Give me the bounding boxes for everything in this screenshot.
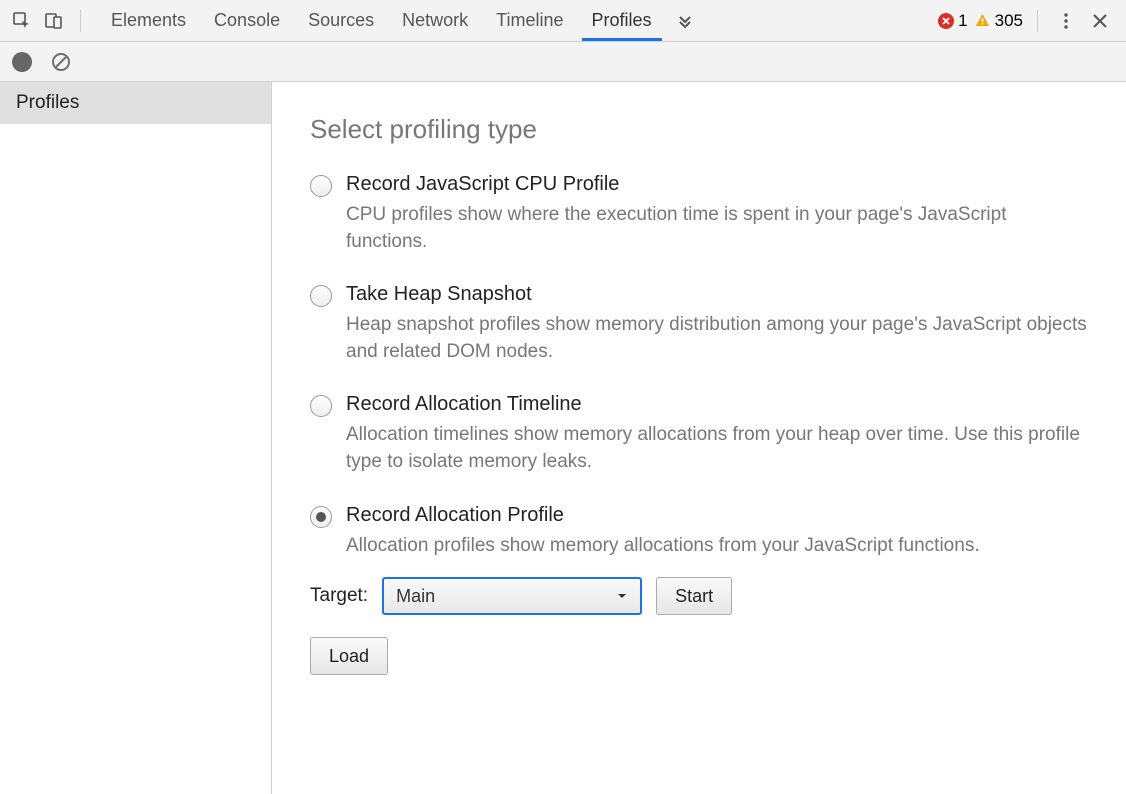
option-heap-snapshot: Take Heap Snapshot Heap snapshot profile… [310,283,1088,365]
option-title: Record Allocation Timeline [346,393,1088,416]
load-row: Load [310,637,1088,675]
option-desc: Allocation profiles show memory allocati… [346,533,1088,560]
sidebar: Profiles [0,82,272,794]
target-select[interactable]: Main [382,577,642,615]
toolbar-left [8,7,89,35]
option-title: Record Allocation Profile [346,504,1088,527]
clear-button[interactable] [50,51,72,73]
radio-heap-snapshot[interactable] [310,285,332,307]
inspect-element-icon[interactable] [8,7,36,35]
option-desc: CPU profiles show where the execution ti… [346,202,1088,255]
radio-cpu-profile[interactable] [310,175,332,197]
tab-timeline[interactable]: Timeline [482,0,577,41]
option-title: Take Heap Snapshot [346,283,1088,306]
start-button[interactable]: Start [656,577,732,615]
option-desc: Allocation timelines show memory allocat… [346,422,1088,475]
radio-allocation-timeline[interactable] [310,395,332,417]
option-desc: Heap snapshot profiles show memory distr… [346,312,1088,365]
target-value: Main [396,586,435,607]
option-title: Record JavaScript CPU Profile [346,173,1088,196]
tab-sources[interactable]: Sources [294,0,388,41]
target-controls: Target: Main Start [310,577,1088,615]
main-toolbar: Elements Console Sources Network Timelin… [0,0,1126,42]
tab-console[interactable]: Console [200,0,294,41]
record-button[interactable] [12,52,32,72]
kebab-menu-icon[interactable] [1052,7,1080,35]
error-number: 1 [958,11,967,31]
tab-profiles[interactable]: Profiles [578,0,666,41]
error-count[interactable]: 1 [938,11,967,31]
more-tabs-icon[interactable] [666,0,704,41]
warning-number: 305 [995,11,1023,31]
tab-network[interactable]: Network [388,0,482,41]
radio-allocation-profile[interactable] [310,506,332,528]
tab-elements[interactable]: Elements [97,0,200,41]
page-title: Select profiling type [310,114,1088,145]
close-icon[interactable] [1086,7,1114,35]
main-panel: Select profiling type Record JavaScript … [272,82,1126,794]
chevron-down-icon [616,586,628,607]
toolbar-right: 1 305 [938,7,1118,35]
content: Profiles Select profiling type Record Ja… [0,82,1126,794]
error-icon [938,13,954,29]
option-allocation-profile: Record Allocation Profile Allocation pro… [310,504,1088,560]
warning-icon [974,12,991,29]
divider [1037,10,1038,32]
divider [80,10,81,32]
profiles-subtoolbar [0,42,1126,82]
load-button[interactable]: Load [310,637,388,675]
device-toolbar-icon[interactable] [40,7,68,35]
warning-count[interactable]: 305 [974,11,1023,31]
tabs: Elements Console Sources Network Timelin… [97,0,704,41]
option-cpu-profile: Record JavaScript CPU Profile CPU profil… [310,173,1088,255]
target-label: Target: [310,585,368,607]
sidebar-item-profiles[interactable]: Profiles [0,82,271,124]
option-allocation-timeline: Record Allocation Timeline Allocation ti… [310,393,1088,475]
